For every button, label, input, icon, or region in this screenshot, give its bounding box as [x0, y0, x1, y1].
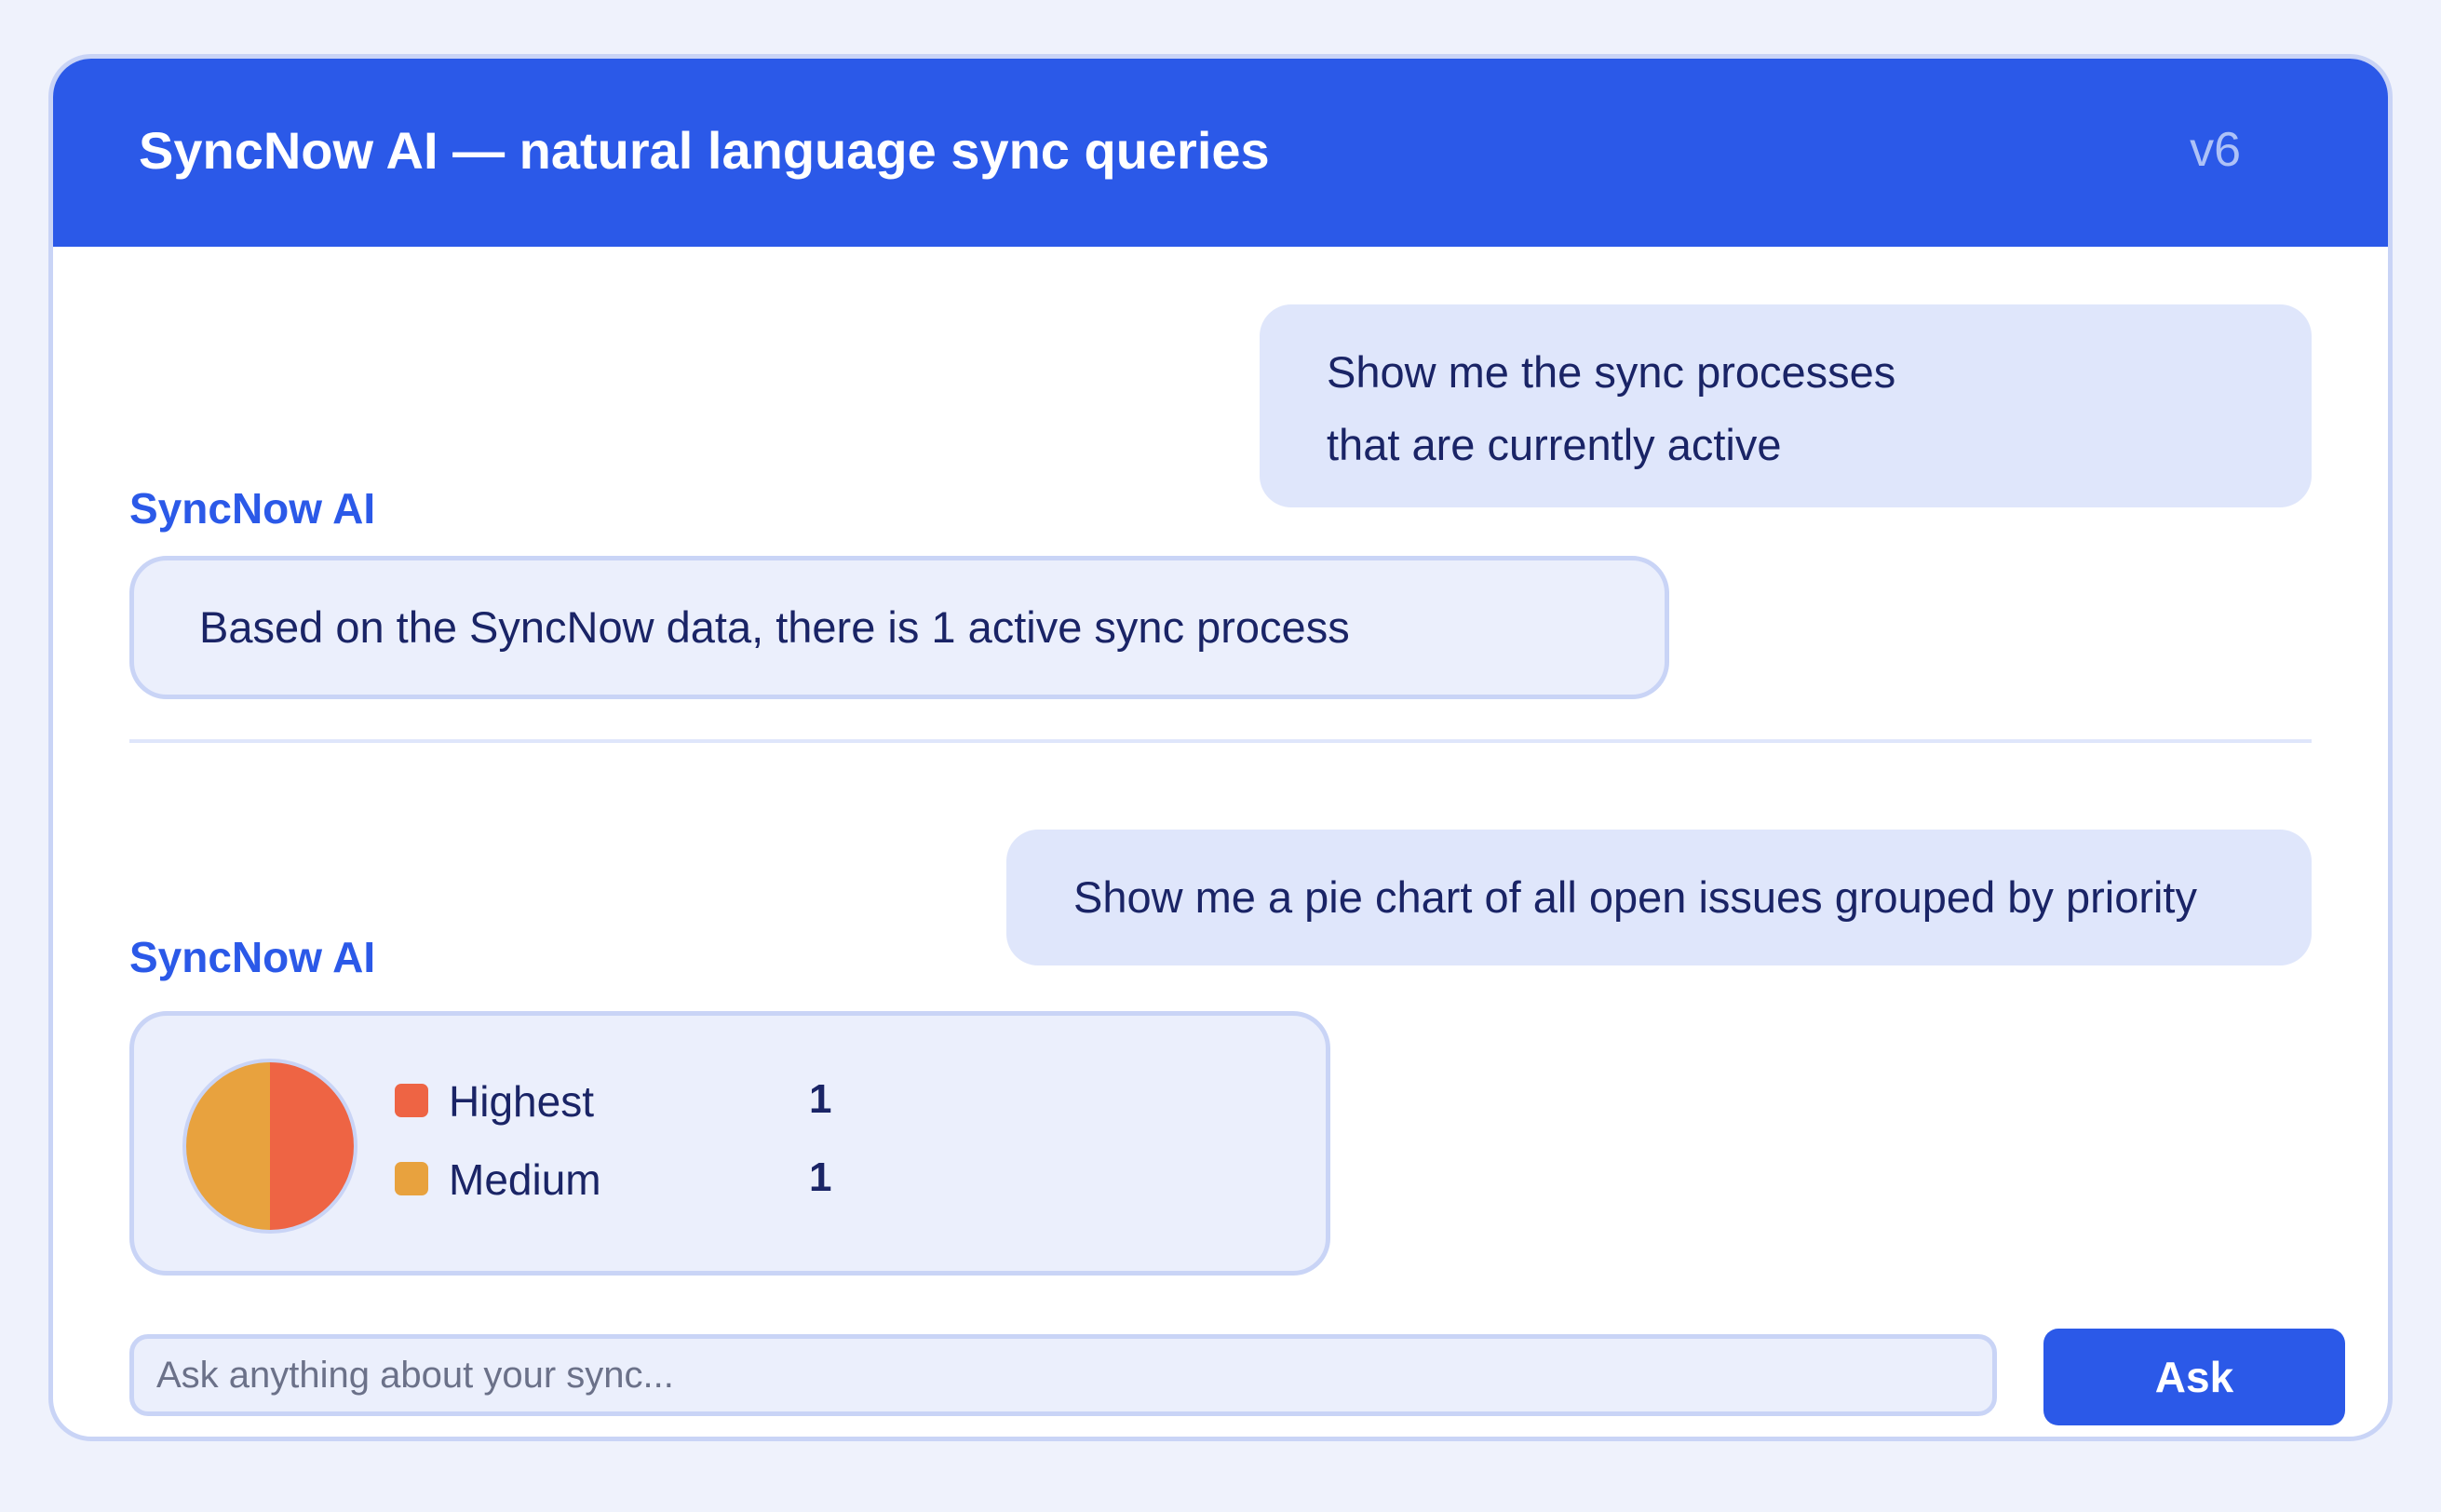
pie-slice-medium	[184, 1060, 270, 1232]
app-title: SyncNow AI — natural language sync queri…	[139, 121, 1270, 180]
assistant-name: SyncNow AI	[129, 484, 376, 533]
user-message: Show me a pie chart of all open issues g…	[1006, 830, 2312, 965]
pie-chart-svg	[182, 1059, 357, 1234]
legend-value: 1	[809, 1076, 832, 1122]
legend-swatch	[395, 1084, 428, 1117]
conversation-divider	[129, 739, 2312, 743]
question-input[interactable]	[129, 1334, 1997, 1416]
user-message-line: that are currently active	[1327, 420, 1782, 469]
assistant-message-text: Based on the SyncNow data, there is 1 ac…	[199, 602, 1350, 652]
user-message-text: Show me a pie chart of all open issues g…	[1073, 872, 2197, 922]
legend-label: Medium	[449, 1155, 601, 1204]
assistant-message: Based on the SyncNow data, there is 1 ac…	[129, 556, 1669, 699]
legend-label: Highest	[449, 1077, 594, 1126]
chat-window: SyncNow AI — natural language sync queri…	[48, 54, 2393, 1441]
legend-swatch	[395, 1162, 428, 1195]
app-header: SyncNow AI — natural language sync queri…	[53, 59, 2388, 247]
legend-item: Medium 1	[395, 1151, 879, 1207]
assistant-chart-message: Highest 1 Medium 1	[129, 1011, 1330, 1276]
version-badge: v6	[2190, 123, 2241, 177]
assistant-name: SyncNow AI	[129, 933, 376, 981]
user-message: Show me the sync processes that are curr…	[1260, 304, 2312, 507]
legend-item: Highest 1	[395, 1073, 879, 1128]
pie-slice-highest	[270, 1060, 356, 1232]
pie-chart	[181, 1057, 359, 1235]
legend-value: 1	[809, 1154, 832, 1200]
user-message-line: Show me the sync processes	[1327, 347, 1896, 397]
ask-button[interactable]: Ask	[2043, 1329, 2345, 1425]
